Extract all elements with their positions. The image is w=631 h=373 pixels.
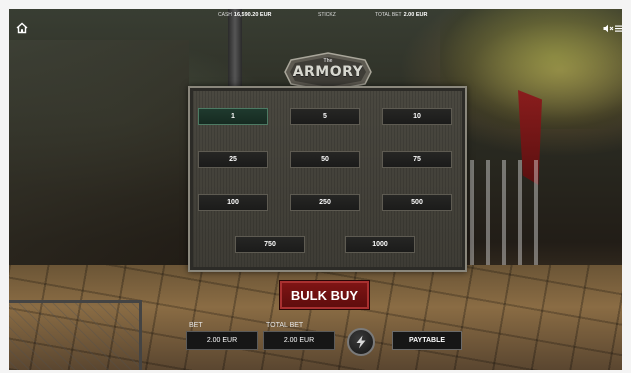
quantity-option-100[interactable]: 100 — [198, 194, 268, 211]
paytable-button[interactable]: PAYTABLE — [392, 331, 462, 350]
menu-icon[interactable] — [615, 25, 622, 32]
total-bet-label: Total bet — [266, 322, 304, 329]
background-fence — [9, 300, 142, 373]
quantity-option-50[interactable]: 50 — [290, 151, 360, 168]
quantity-option-25[interactable]: 25 — [198, 151, 268, 168]
cash-label: Cash — [218, 12, 232, 18]
weapon-rack — [470, 160, 540, 270]
quantity-option-5[interactable]: 5 — [290, 108, 360, 125]
bulk-buy-panel: 1 5 10 25 50 75 100 250 500 750 1000 — [188, 86, 467, 272]
total-bet-top-label: Total bet — [375, 12, 402, 18]
background-wall — [9, 40, 189, 270]
quantity-option-1[interactable]: 1 — [198, 108, 268, 125]
cash-value: 16,590.20 EUR — [233, 12, 272, 18]
total-bet-top-value: 2.00 EUR — [403, 12, 428, 18]
bulk-buy-button[interactable]: BULK BUY — [280, 281, 369, 309]
bet-label: Bet — [189, 322, 203, 329]
speaker-muted-icon[interactable] — [603, 24, 614, 33]
top-status-bar: Cash 16,590.20 EUR Stickz Total bet 2.00 E… — [9, 9, 622, 23]
quantity-option-250[interactable]: 250 — [290, 194, 360, 211]
total-bet-value-field: 2.00 EUR — [263, 331, 335, 350]
lightning-icon — [356, 335, 366, 349]
quantity-option-500[interactable]: 500 — [382, 194, 452, 211]
bet-value-field[interactable]: 2.00 EUR — [186, 331, 258, 350]
cash-display: Cash 16,590.20 EUR — [218, 12, 272, 18]
spin-button[interactable] — [347, 328, 375, 356]
home-icon[interactable] — [16, 22, 28, 34]
quantity-option-10[interactable]: 10 — [382, 108, 452, 125]
game-name-label: Stickz — [318, 12, 336, 18]
quantity-option-1000[interactable]: 1000 — [345, 236, 415, 253]
total-bet-display: Total bet 2.00 EUR — [375, 12, 427, 18]
quantity-option-750[interactable]: 750 — [235, 236, 305, 253]
quantity-option-75[interactable]: 75 — [382, 151, 452, 168]
logo-title: ARMORY — [292, 64, 364, 80]
